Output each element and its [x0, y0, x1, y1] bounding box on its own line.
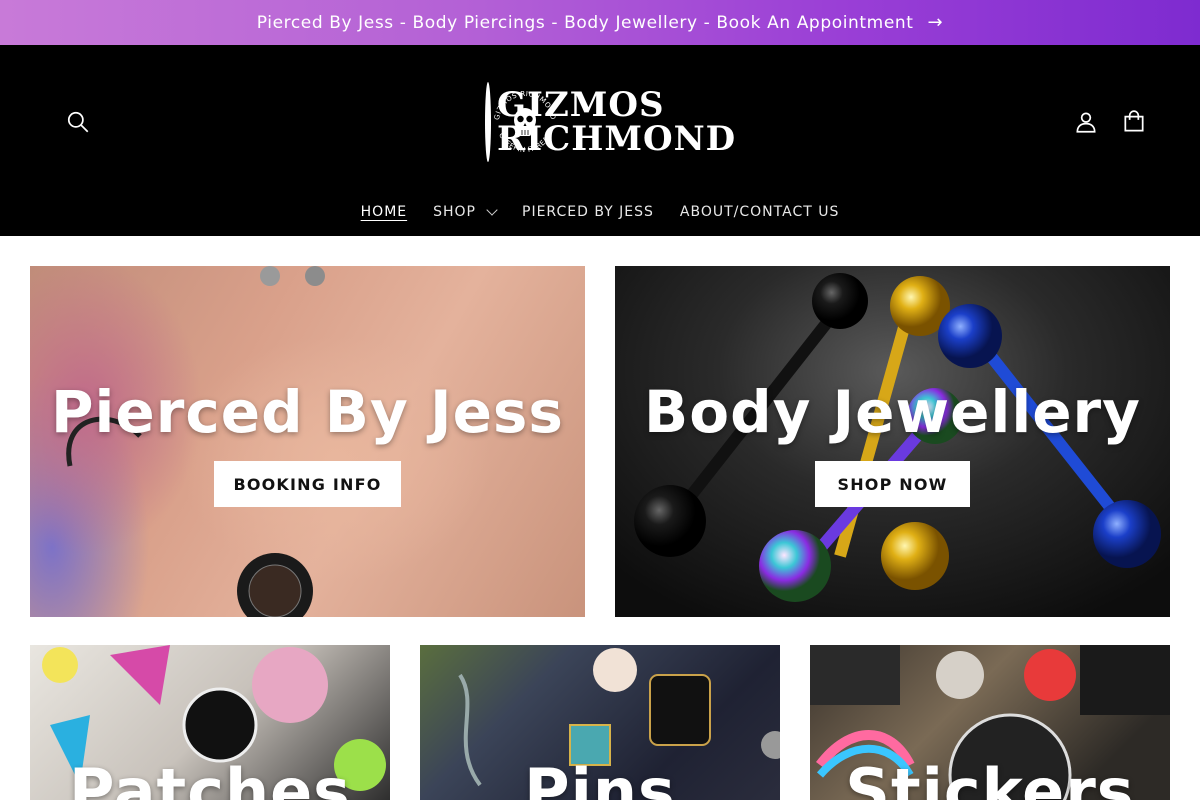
skull-logo-icon: GIZMOS RICHMOND CREEPIN IT REAL [485, 82, 557, 162]
hero-card-body-jewellery[interactable]: Body Jewellery SHOP NOW [615, 266, 1170, 617]
booking-info-button[interactable]: BOOKING INFO [214, 461, 401, 507]
hero-card-pierced-by-jess[interactable]: Pierced By Jess BOOKING INFO [30, 266, 585, 617]
account-icon[interactable] [1071, 107, 1101, 137]
cart-icon[interactable] [1119, 107, 1149, 137]
hero-title: Pierced By Jess [51, 378, 564, 446]
hero-title: Body Jewellery [644, 378, 1141, 446]
collection-card-stickers[interactable]: Stickers [810, 645, 1170, 800]
announcement-bar[interactable]: Pierced By Jess - Body Piercings - Body … [0, 0, 1200, 45]
arrow-right-icon: → [927, 12, 944, 33]
nav-item-home[interactable]: HOME [348, 204, 420, 220]
nav-item-about-contact[interactable]: ABOUT/CONTACT US [667, 204, 852, 220]
collection-card-pins[interactable]: Pins [420, 645, 780, 800]
nav-item-shop[interactable]: SHOP [420, 204, 509, 220]
main-nav: HOME SHOP PIERCED BY JESS ABOUT/CONTACT … [0, 200, 1200, 224]
chevron-down-icon [486, 204, 498, 216]
collection-title: Pins [524, 755, 676, 800]
collection-title: Stickers [845, 755, 1135, 800]
shop-now-button[interactable]: SHOP NOW [815, 461, 970, 507]
site-header: GIZMOS RICHMOND CREEPIN IT REAL GIZMOS R… [0, 45, 1200, 236]
announcement-text[interactable]: Pierced By Jess - Body Piercings - Body … [257, 13, 914, 33]
nav-item-pierced-by-jess[interactable]: PIERCED BY JESS [509, 204, 667, 220]
logo[interactable]: GIZMOS RICHMOND CREEPIN IT REAL GIZMOS R… [485, 82, 735, 162]
collection-card-patches[interactable]: Patches [30, 645, 390, 800]
search-icon[interactable] [63, 107, 93, 137]
collection-title: Patches [68, 755, 352, 800]
